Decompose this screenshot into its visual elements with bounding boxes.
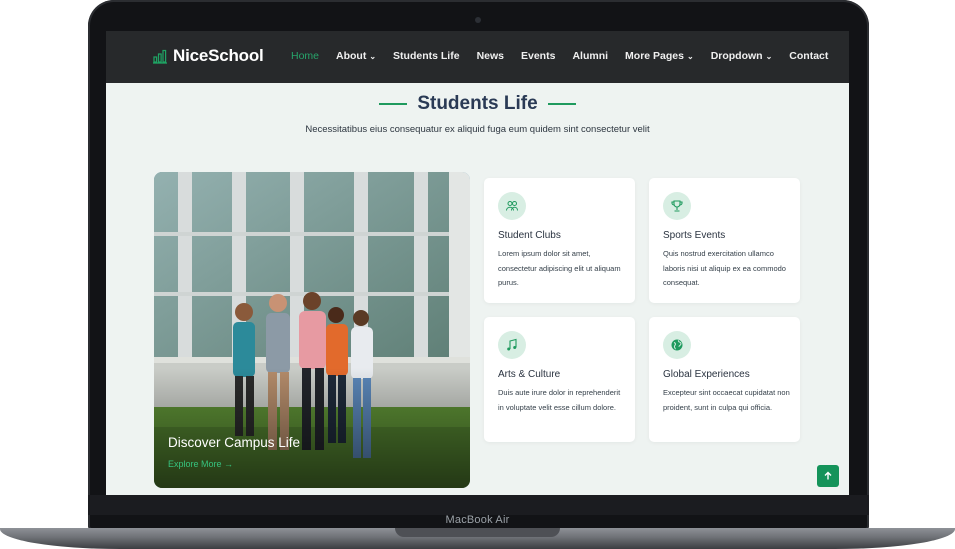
campus-title: Discover Campus Life bbox=[168, 435, 301, 450]
campus-image-card[interactable]: Discover Campus Life Explore More → bbox=[154, 172, 470, 488]
section-subtitle: Necessitatibus eius consequatur ex aliqu… bbox=[305, 124, 650, 135]
nav-home[interactable]: Home bbox=[291, 50, 319, 62]
feature-title: Student Clubs bbox=[498, 230, 561, 241]
laptop-chin bbox=[88, 495, 869, 515]
feature-description: Quis nostrud exercitation ullamco labori… bbox=[663, 249, 786, 287]
title-divider bbox=[547, 103, 576, 105]
device-label: MacBook Air bbox=[445, 514, 510, 526]
nav-events-label: Events bbox=[521, 50, 556, 62]
nav-about-label: About bbox=[336, 50, 367, 62]
nav-contact[interactable]: Contact bbox=[789, 50, 828, 62]
feature-card-arts-culture[interactable]: Arts & Culture Duis aute irure dolor in … bbox=[484, 317, 635, 442]
nav-students-life-label: Students Life bbox=[393, 50, 460, 62]
scroll-to-top-button[interactable] bbox=[817, 465, 839, 487]
nav-more-pages[interactable]: More Pages ⌄ bbox=[625, 50, 694, 62]
chevron-down-icon: ⌄ bbox=[369, 51, 377, 61]
globe-icon bbox=[663, 331, 691, 359]
music-icon bbox=[498, 331, 526, 359]
feature-title: Arts & Culture bbox=[498, 369, 561, 380]
title-divider bbox=[379, 103, 408, 105]
feature-description: Duis aute irure dolor in reprehenderit i… bbox=[498, 388, 621, 412]
feature-card-global-experiences[interactable]: Global Experiences Excepteur sint occaec… bbox=[649, 317, 800, 442]
main-nav: Home About ⌄ Students Life News Events Al… bbox=[291, 50, 845, 62]
nav-dropdown-label: Dropdown bbox=[710, 50, 763, 62]
nav-about[interactable]: About ⌄ bbox=[336, 50, 376, 62]
campus-overlay bbox=[154, 368, 470, 488]
nav-news-label: News bbox=[476, 50, 504, 62]
feature-description: Excepteur sint occaecat cupidatat non pr… bbox=[663, 388, 790, 412]
nav-events[interactable]: Events bbox=[521, 50, 555, 62]
feature-title: Global Experiences bbox=[663, 369, 750, 380]
feature-title: Sports Events bbox=[663, 230, 726, 241]
explore-more-link[interactable]: Explore More → bbox=[168, 459, 233, 469]
nav-home-label: Home bbox=[291, 50, 320, 62]
chevron-down-icon: ⌄ bbox=[686, 51, 694, 61]
laptop-notch bbox=[395, 528, 560, 537]
nav-students-life[interactable]: Students Life bbox=[393, 50, 460, 62]
feature-description: Lorem ipsum dolor sit amet, consectetur … bbox=[498, 249, 621, 287]
feature-card-student-clubs[interactable]: Student Clubs Lorem ipsum dolor sit amet… bbox=[484, 178, 635, 303]
nav-alumni[interactable]: Alumni bbox=[572, 50, 608, 62]
trophy-icon bbox=[663, 192, 691, 220]
logo[interactable]: NiceSchool bbox=[152, 46, 264, 66]
chart-logo-icon bbox=[153, 49, 167, 64]
nav-news[interactable]: News bbox=[477, 50, 504, 62]
nav-dropdown[interactable]: Dropdown ⌄ bbox=[711, 50, 773, 62]
section-title: Students Life bbox=[106, 93, 849, 115]
section-title-text: Students Life bbox=[417, 93, 538, 114]
nav-more-pages-label: More Pages bbox=[625, 50, 684, 62]
screen: NiceSchool Home About ⌄ Students Life New… bbox=[106, 31, 849, 495]
chevron-down-icon: ⌄ bbox=[765, 51, 773, 61]
nav-contact-label: Contact bbox=[789, 50, 829, 62]
arrow-up-icon bbox=[824, 471, 832, 480]
people-icon bbox=[498, 192, 526, 220]
brand-name: NiceSchool bbox=[173, 46, 264, 65]
nav-alumni-label: Alumni bbox=[572, 50, 609, 62]
camera-icon bbox=[475, 17, 481, 23]
site-header: NiceSchool Home About ⌄ Students Life New… bbox=[106, 31, 849, 83]
feature-card-sports-events[interactable]: Sports Events Quis nostrud exercitation … bbox=[649, 178, 800, 303]
